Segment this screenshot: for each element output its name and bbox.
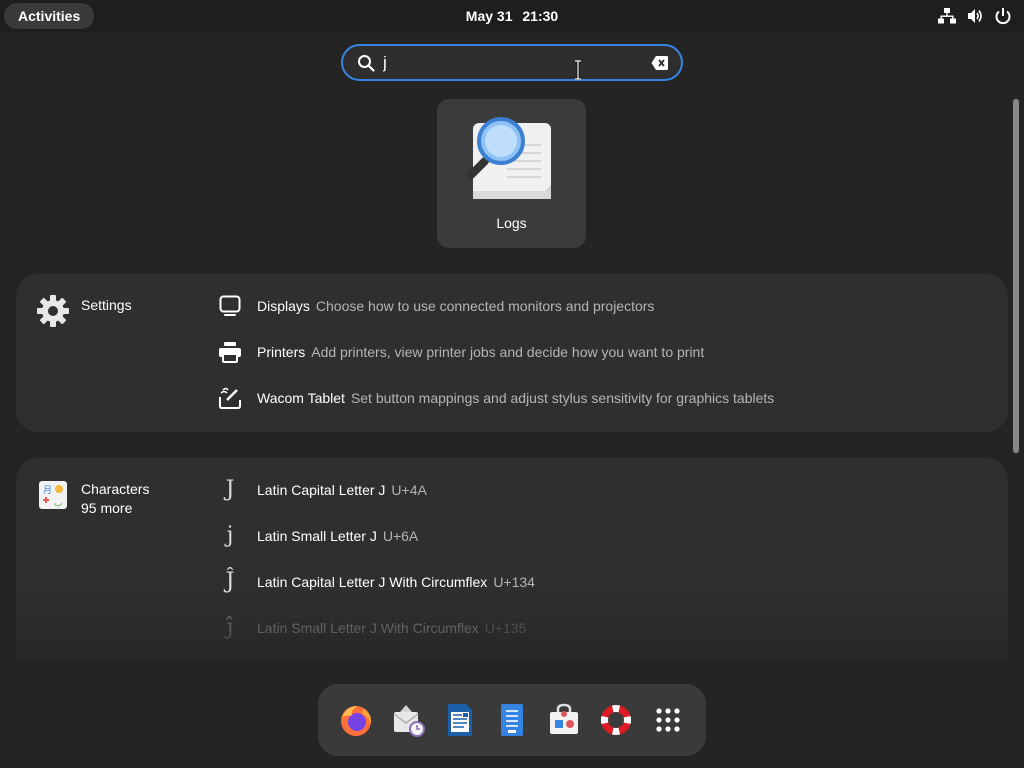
result-description: U+135 bbox=[484, 620, 527, 636]
search-entry[interactable] bbox=[341, 44, 683, 81]
provider-name[interactable]: Settings bbox=[81, 297, 132, 313]
result-title: Latin Capital Letter J With Circumflex bbox=[257, 574, 488, 590]
result-displays[interactable]: Displays Choose how to use connected mon… bbox=[216, 289, 654, 323]
app-result-logs[interactable]: Logs bbox=[437, 99, 586, 248]
firefox-icon[interactable] bbox=[338, 702, 374, 738]
clock-date: May 31 bbox=[465, 8, 513, 24]
printer-icon bbox=[219, 342, 241, 363]
mouse-cursor-icon bbox=[575, 60, 581, 80]
tablet-icon bbox=[219, 387, 241, 409]
result-title: Latin Small Letter J With Circumflex bbox=[257, 620, 479, 636]
character-glyph: ĵ bbox=[226, 615, 234, 640]
search-icon bbox=[358, 55, 375, 72]
provider-more-count: 95 more bbox=[81, 500, 133, 516]
result-description: U+6A bbox=[382, 528, 419, 544]
volume-icon[interactable] bbox=[966, 7, 984, 25]
search-input[interactable] bbox=[383, 52, 633, 74]
character-glyph: J bbox=[225, 477, 235, 502]
result-description: Choose how to use connected monitors and… bbox=[315, 298, 655, 314]
svg-text:ب: ب bbox=[54, 499, 62, 509]
dash bbox=[318, 684, 706, 756]
app-label: Logs bbox=[496, 215, 527, 231]
writer-document-icon[interactable] bbox=[442, 702, 478, 738]
show-apps-icon[interactable] bbox=[650, 702, 686, 738]
settings-results-panel: Settings Displays Choose how to use conn… bbox=[16, 274, 1008, 432]
provider-name[interactable]: Characters bbox=[81, 481, 149, 497]
result-description: U+134 bbox=[493, 574, 535, 590]
result-printers[interactable]: Printers Add printers, view printer jobs… bbox=[216, 335, 704, 369]
characters-app-icon[interactable]: 月 ب bbox=[36, 478, 70, 512]
results-scrollbar[interactable] bbox=[1013, 99, 1019, 453]
system-tray[interactable] bbox=[938, 7, 1012, 25]
result-description: Set button mappings and adjust stylus se… bbox=[350, 390, 775, 406]
characters-results-panel: 月 ب Characters 95 more J Latin Capital L… bbox=[16, 458, 1008, 658]
clock[interactable]: May 31 21:30 bbox=[0, 0, 1024, 32]
power-icon[interactable] bbox=[994, 7, 1012, 25]
character-glyph: j bbox=[226, 523, 234, 548]
result-description: U+4A bbox=[391, 482, 427, 498]
result-character[interactable]: j Latin Small Letter J U+6A bbox=[216, 519, 419, 553]
result-title: Printers bbox=[257, 344, 306, 360]
result-title: Wacom Tablet bbox=[257, 390, 345, 406]
network-icon[interactable] bbox=[938, 7, 956, 25]
svg-text:月: 月 bbox=[43, 485, 52, 496]
help-icon[interactable] bbox=[598, 702, 634, 738]
result-character[interactable]: ĵ Latin Small Letter J With Circumflex U… bbox=[216, 611, 527, 645]
result-wacom-tablet[interactable]: Wacom Tablet Set button mappings and adj… bbox=[216, 381, 774, 415]
mail-calendar-icon[interactable] bbox=[390, 702, 426, 738]
result-title: Latin Small Letter J bbox=[257, 528, 377, 544]
result-title: Displays bbox=[257, 298, 310, 314]
result-description: Add printers, view printer jobs and deci… bbox=[311, 344, 705, 360]
top-bar: Activities May 31 21:30 bbox=[0, 0, 1024, 32]
display-icon bbox=[219, 295, 241, 316]
result-title: Latin Capital Letter J bbox=[257, 482, 386, 498]
result-character[interactable]: Ĵ Latin Capital Letter J With Circumflex… bbox=[216, 565, 535, 599]
character-glyph: Ĵ bbox=[225, 569, 235, 594]
text-editor-icon[interactable] bbox=[494, 702, 530, 738]
settings-gear-icon[interactable] bbox=[36, 294, 70, 328]
clear-search-icon[interactable] bbox=[651, 55, 669, 71]
logs-app-icon bbox=[467, 117, 551, 199]
clock-time: 21:30 bbox=[522, 8, 559, 24]
software-store-icon[interactable] bbox=[546, 702, 582, 738]
result-character[interactable]: J Latin Capital Letter J U+4A bbox=[216, 473, 427, 507]
